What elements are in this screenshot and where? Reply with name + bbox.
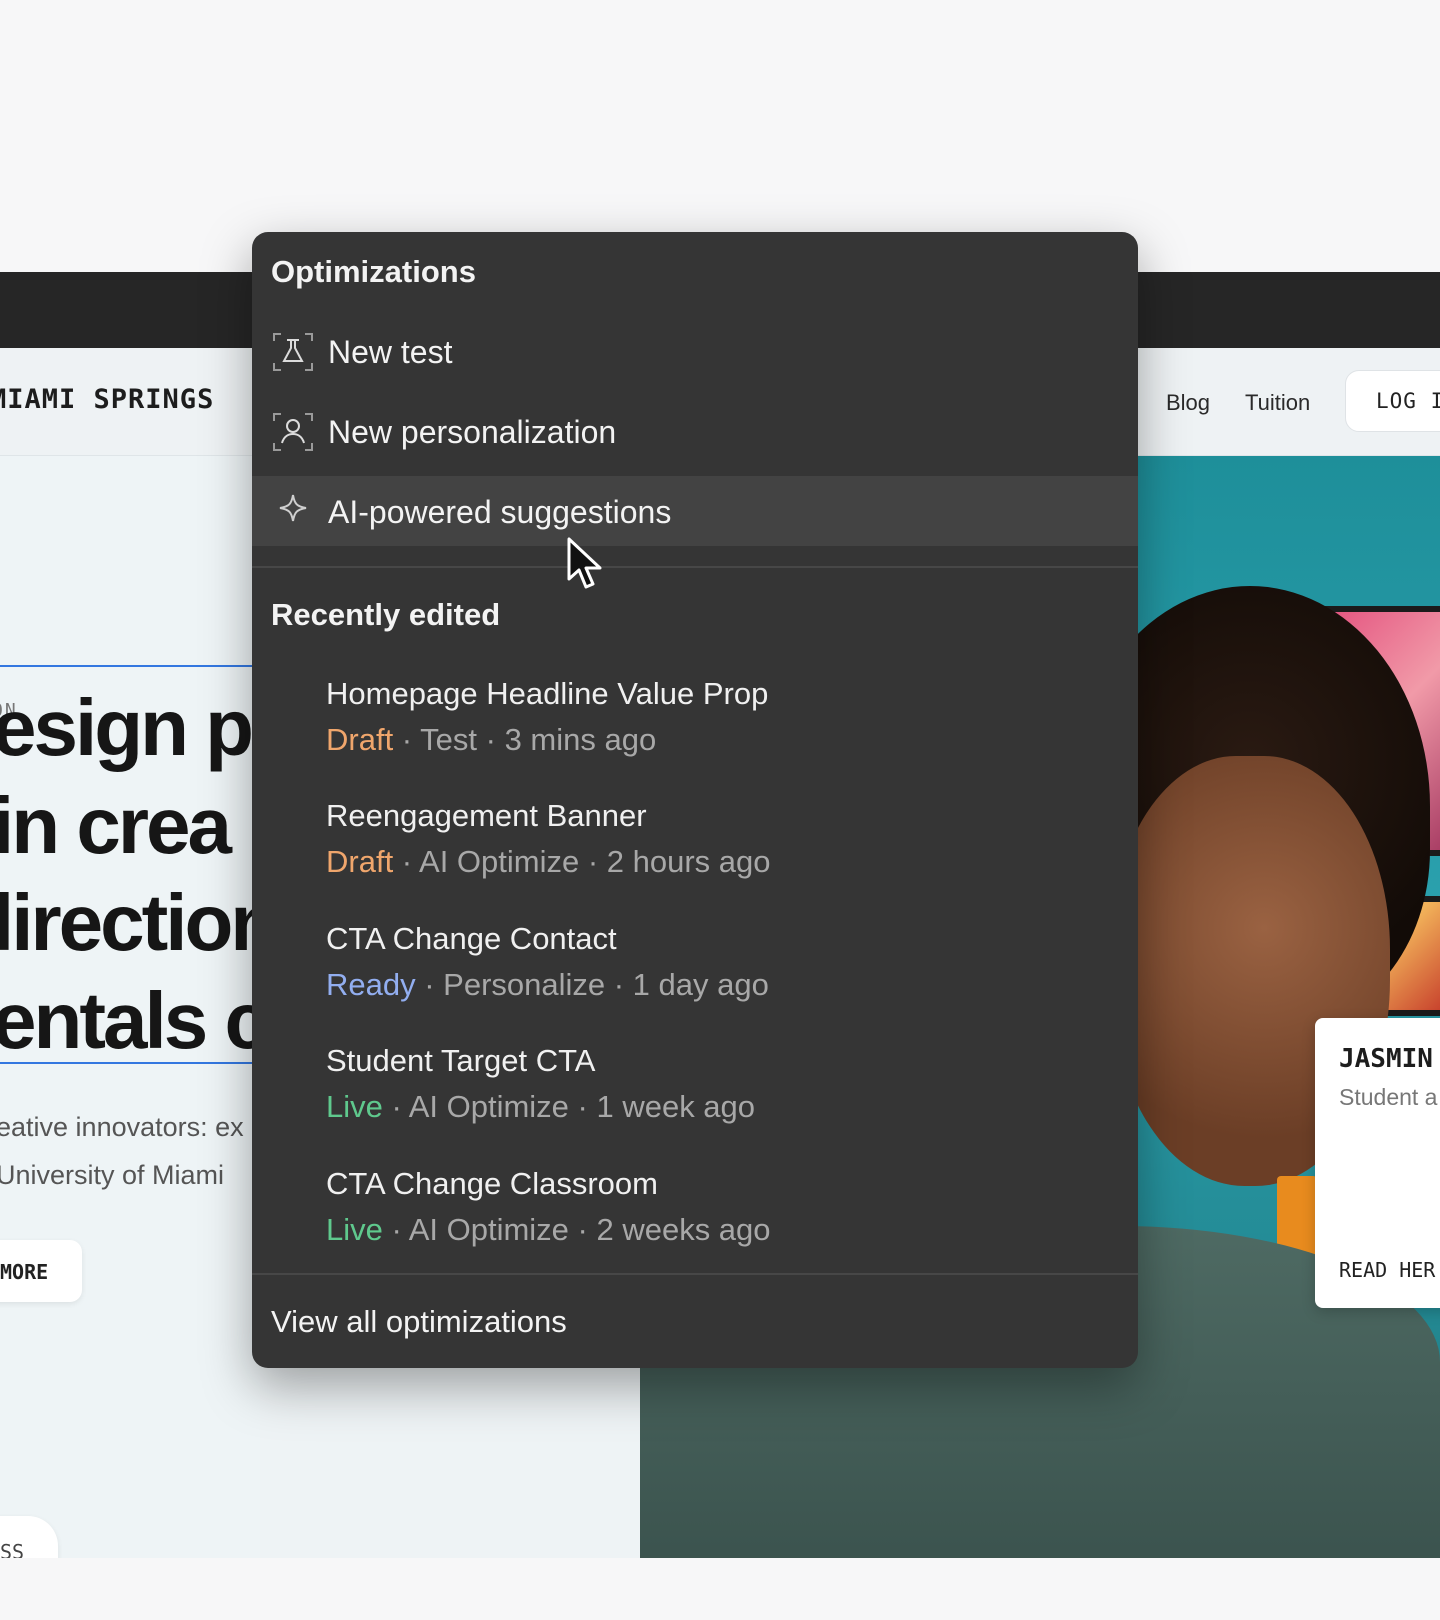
recent-item-details: · Personalize · 1 day ago bbox=[415, 967, 769, 1002]
sparkle-icon bbox=[279, 494, 307, 522]
status-badge: Ready bbox=[326, 967, 416, 1002]
recent-item-details: · AI Optimize · 2 hours ago bbox=[393, 844, 771, 879]
status-badge: Draft bbox=[326, 722, 394, 757]
recent-item-meta: Draft · Test · 3 mins ago bbox=[326, 722, 1106, 758]
recent-item-title: Student Target CTA bbox=[326, 1043, 596, 1078]
recent-item[interactable]: CTA Change Contact Ready · Personalize ·… bbox=[326, 921, 1106, 1003]
menu-item-new-test[interactable]: New test bbox=[252, 316, 1138, 386]
recent-item-meta: Live · AI Optimize · 2 weeks ago bbox=[326, 1212, 1106, 1248]
optimizations-menu: Optimizations New test New personalizati… bbox=[252, 232, 1138, 1368]
hero-headline-line: entals c bbox=[0, 976, 269, 1065]
student-name: JASMIN bbox=[1339, 1044, 1433, 1074]
recent-item[interactable]: Homepage Headline Value Prop Draft · Tes… bbox=[326, 676, 1106, 758]
login-button[interactable]: LOG I bbox=[1345, 370, 1440, 432]
hero-headline-line: lirection bbox=[0, 878, 279, 967]
learn-more-button[interactable]: MORE bbox=[0, 1240, 82, 1302]
recent-item[interactable]: CTA Change Classroom Live · AI Optimize … bbox=[326, 1166, 1106, 1248]
hero-headline-line: esign p bbox=[0, 683, 254, 772]
menu-item-ai-suggestions[interactable]: AI-powered suggestions bbox=[252, 476, 1138, 546]
site-brand[interactable]: MIAMI SPRINGS bbox=[0, 384, 214, 415]
recently-edited-heading: Recently edited bbox=[271, 597, 501, 632]
recent-item[interactable]: Reengagement Banner Draft · AI Optimize … bbox=[326, 798, 1106, 880]
selection-outline-bottom bbox=[0, 1062, 255, 1064]
menu-divider bbox=[252, 1273, 1138, 1275]
recent-item-meta: Live · AI Optimize · 1 week ago bbox=[326, 1089, 1106, 1125]
recent-item-details: · Test · 3 mins ago bbox=[393, 722, 657, 757]
view-all-optimizations-link[interactable]: View all optimizations bbox=[271, 1304, 567, 1340]
recent-item-title: CTA Change Classroom bbox=[326, 1166, 658, 1201]
user-icon bbox=[273, 413, 313, 451]
hero-lead-line: eative innovators: ex bbox=[0, 1112, 244, 1142]
menu-item-label: New test bbox=[328, 334, 453, 370]
student-role: Student a bbox=[1339, 1084, 1438, 1110]
student-card[interactable]: JASMIN Student a READ HER bbox=[1315, 1018, 1440, 1308]
selection-outline-top bbox=[0, 665, 255, 667]
menu-divider bbox=[252, 566, 1138, 568]
read-story-link[interactable]: READ HER bbox=[1339, 1258, 1435, 1282]
recent-item-title: CTA Change Contact bbox=[326, 921, 617, 956]
recent-item-meta: Ready · Personalize · 1 day ago bbox=[326, 967, 1106, 1003]
menu-item-label: New personalization bbox=[328, 414, 617, 450]
status-badge: Draft bbox=[326, 844, 394, 879]
menu-title: Optimizations bbox=[271, 254, 476, 289]
hero-headline-line: in crea bbox=[0, 781, 232, 870]
menu-item-label: AI-powered suggestions bbox=[328, 494, 672, 530]
recent-item[interactable]: Student Target CTA Live · AI Optimize · … bbox=[326, 1043, 1106, 1125]
hero-lead-line: University of Miami bbox=[0, 1160, 225, 1190]
recent-item-details: · AI Optimize · 2 weeks ago bbox=[382, 1212, 771, 1247]
menu-item-new-personalization[interactable]: New personalization bbox=[252, 396, 1138, 466]
nav-link-tuition[interactable]: Tuition bbox=[1245, 390, 1310, 416]
status-badge: Live bbox=[326, 1212, 383, 1247]
recent-item-details: · AI Optimize · 1 week ago bbox=[382, 1089, 756, 1124]
recent-item-title: Homepage Headline Value Prop bbox=[326, 676, 769, 711]
nav-link-blog[interactable]: Blog bbox=[1166, 390, 1210, 416]
status-badge: Live bbox=[326, 1089, 383, 1124]
mouse-cursor-icon bbox=[567, 537, 602, 589]
flask-icon bbox=[273, 333, 313, 371]
recent-item-title: Reengagement Banner bbox=[326, 798, 647, 833]
recent-item-meta: Draft · AI Optimize · 2 hours ago bbox=[326, 844, 1106, 880]
